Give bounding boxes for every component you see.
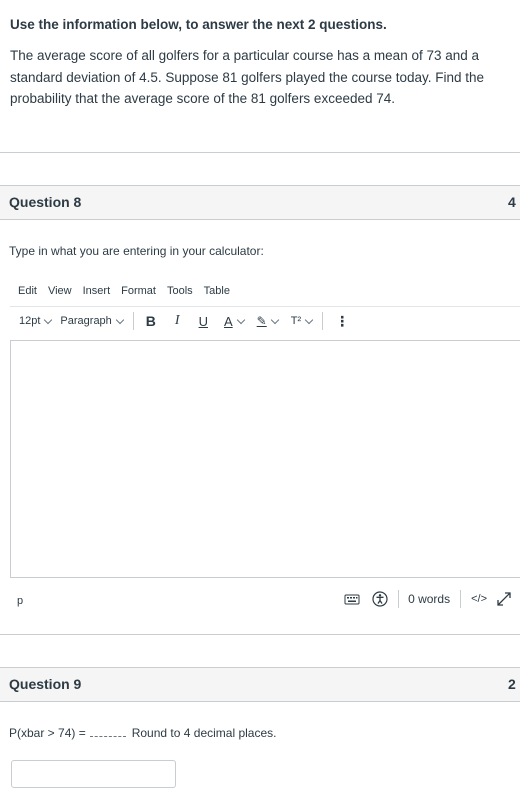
superscript-icon: T²: [290, 315, 302, 327]
question-9-title: Question 9: [9, 676, 82, 692]
answer-blank: [89, 727, 126, 737]
question-8-title: Question 8: [9, 194, 82, 210]
question-8-prompt: Type in what you are entering in your ca…: [9, 244, 264, 258]
menu-view[interactable]: View: [48, 285, 72, 297]
italic-button[interactable]: I: [175, 313, 180, 329]
fullscreen-icon[interactable]: [496, 591, 512, 607]
html-editor-toggle[interactable]: </>: [471, 593, 487, 605]
block-format-value: Paragraph: [60, 315, 112, 327]
menubar-divider: [10, 306, 520, 307]
menu-format[interactable]: Format: [121, 285, 156, 297]
highlight-color-button[interactable]: ✎: [256, 314, 279, 328]
answer-suffix: Round to 4 decimal places.: [131, 726, 277, 740]
element-path[interactable]: p: [17, 595, 23, 607]
text-color-icon: A: [223, 313, 233, 329]
keyboard-icon[interactable]: [344, 592, 360, 606]
word-count[interactable]: 0 words: [408, 592, 450, 606]
toolbar-separator: [132, 312, 134, 330]
chevron-down-icon: [44, 315, 53, 324]
accessibility-icon[interactable]: [372, 591, 388, 607]
block-format-select[interactable]: Paragraph: [60, 315, 125, 327]
underline-button[interactable]: U: [199, 314, 208, 329]
answer-prefix: P(xbar > 74) =: [9, 726, 86, 740]
intro-heading: Use the information below, to answer the…: [10, 17, 387, 32]
editor-statusbar: 0 words </>: [344, 590, 512, 608]
chevron-down-icon: [236, 315, 245, 324]
menu-tools[interactable]: Tools: [167, 285, 193, 297]
text-color-button[interactable]: A: [223, 313, 245, 329]
rich-text-editor-area[interactable]: [10, 340, 520, 578]
chevron-down-icon: [304, 315, 314, 324]
intro-text: The average score of all golfers for a p…: [10, 48, 485, 106]
font-size-select[interactable]: 12pt: [19, 315, 53, 327]
question-8-points: 4 pts: [508, 194, 520, 210]
editor-toolbar: 12pt Paragraph B I U A ✎ T² ⋮: [19, 312, 349, 330]
superscript-button[interactable]: T²: [290, 315, 314, 327]
menu-insert[interactable]: Insert: [83, 285, 111, 297]
more-options-button[interactable]: ⋮: [335, 313, 349, 330]
question-9-header: Question 9 2 pts: [0, 667, 520, 702]
statusbar-separator: [398, 590, 400, 608]
menu-table[interactable]: Table: [204, 285, 230, 297]
chevron-down-icon: [270, 315, 279, 324]
chevron-down-icon: [115, 315, 125, 324]
question-8-header: Question 8 4 pts: [0, 185, 520, 220]
statusbar-separator: [460, 590, 462, 608]
menu-edit[interactable]: Edit: [18, 285, 37, 297]
section-divider: [0, 152, 520, 153]
bold-button[interactable]: B: [146, 313, 156, 329]
answer-input[interactable]: [11, 760, 176, 788]
font-size-value: 12pt: [19, 315, 41, 327]
section-divider: [0, 634, 520, 635]
toolbar-separator: [322, 312, 324, 330]
editor-menubar: Edit View Insert Format Tools Table: [18, 285, 241, 297]
question-9-prompt: P(xbar > 74) = Round to 4 decimal places.: [9, 726, 276, 740]
question-9-points: 2 pts: [508, 676, 520, 692]
highlighter-icon: ✎: [256, 314, 267, 328]
